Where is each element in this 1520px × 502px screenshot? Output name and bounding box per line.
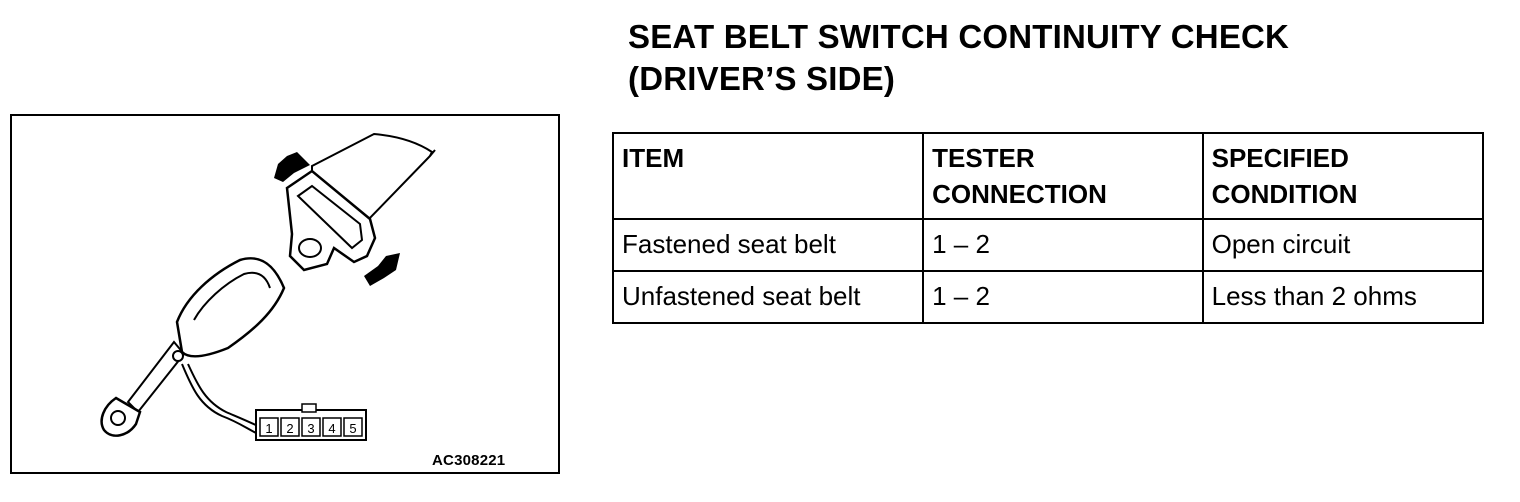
connector-pin-label: 5: [349, 421, 356, 436]
header-connection-label: CONNECTION: [932, 179, 1107, 209]
connector: 12345: [255, 403, 367, 441]
title-line-1: SEAT BELT SWITCH CONTINUITY CHECK: [628, 18, 1290, 55]
seat-belt-drawing: 12345: [100, 132, 436, 441]
connector-pin-label: 2: [286, 421, 293, 436]
cell-item: Fastened seat belt: [611, 218, 925, 272]
header-item: ITEM: [611, 132, 925, 220]
cell-condition: Open circuit: [1201, 218, 1485, 272]
seat-belt-illustration: 12345 AC308221: [10, 114, 560, 474]
table-row: Fastened seat belt 1 – 2 Open circuit: [611, 218, 1485, 272]
cell-condition: Less than 2 ohms: [1201, 270, 1485, 324]
header-specified-condition: SPECIFIED CONDITION: [1201, 132, 1485, 220]
header-specified-label: SPECIFIED: [1211, 143, 1349, 173]
header-tester-connection: TESTER CONNECTION: [922, 132, 1204, 220]
cell-item: Unfastened seat belt: [611, 270, 925, 324]
header-tester-label: TESTER: [932, 143, 1035, 173]
header-condition-label: CONDITION: [1211, 179, 1358, 209]
page-title: SEAT BELT SWITCH CONTINUITY CHECK (DRIVE…: [628, 16, 1289, 100]
title-line-2: (DRIVER’S SIDE): [628, 60, 896, 97]
connector-pin-label: 3: [307, 421, 314, 436]
table-row: Unfastened seat belt 1 – 2 Less than 2 o…: [611, 270, 1485, 324]
connector-pin-cells: 12345: [259, 417, 363, 437]
connector-pin-label: 4: [328, 421, 335, 436]
figure-id: AC308221: [432, 452, 506, 469]
header-item-label: ITEM: [622, 143, 685, 173]
buckle: [175, 257, 286, 358]
arrow-right-icon: [364, 253, 400, 286]
connector-pin-label: 1: [265, 421, 272, 436]
continuity-table: ITEM TESTER CONNECTION SPECIFIED CONDITI…: [611, 132, 1485, 324]
cell-connection: 1 – 2: [922, 218, 1204, 272]
table-header-row: ITEM TESTER CONNECTION SPECIFIED CONDITI…: [611, 132, 1485, 220]
cell-connection: 1 – 2: [922, 270, 1204, 324]
